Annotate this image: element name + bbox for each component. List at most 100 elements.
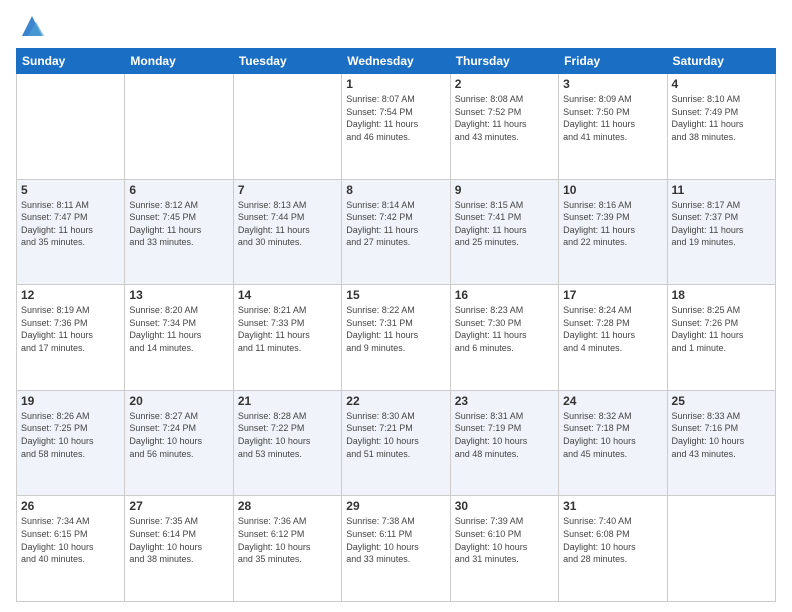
day-number: 25 [672,394,771,408]
calendar-cell: 2 Sunrise: 8:08 AM Sunset: 7:52 PM Daylig… [450,74,558,180]
calendar-header-thursday: Thursday [450,49,558,74]
calendar-cell [17,74,125,180]
calendar-header-saturday: Saturday [667,49,775,74]
day-info: Sunrise: 8:26 AM Sunset: 7:25 PM Dayligh… [21,410,120,460]
day-info: Sunrise: 8:31 AM Sunset: 7:19 PM Dayligh… [455,410,554,460]
day-number: 1 [346,77,445,91]
day-number: 4 [672,77,771,91]
calendar-cell: 24Sunrise: 8:32 AM Sunset: 7:18 PM Dayli… [559,390,667,496]
calendar-cell: 30 Sunrise: 7:39 AM Sunset: 6:10 PM Dayli… [450,496,558,602]
header [16,12,776,40]
day-info: Sunrise: 8:23 AM Sunset: 7:30 PM Dayligh… [455,304,554,354]
day-info: Sunrise: 8:10 AM Sunset: 7:49 PM Dayligh… [672,93,771,143]
calendar-cell: 22 Sunrise: 8:30 AM Sunset: 7:21 PM Dayli… [342,390,450,496]
day-info: Sunrise: 8:12 AM Sunset: 7:45 PM Dayligh… [129,199,228,249]
calendar-cell: 6 Sunrise: 8:12 AM Sunset: 7:45 PM Daylig… [125,179,233,285]
calendar-cell: 21 Sunrise: 8:28 AM Sunset: 7:22 PM Dayli… [233,390,341,496]
day-number: 16 [455,288,554,302]
calendar-week-row: 1 Sunrise: 8:07 AM Sunset: 7:54 PM Daylig… [17,74,776,180]
day-number: 28 [238,499,337,513]
day-info: Sunrise: 8:09 AM Sunset: 7:50 PM Dayligh… [563,93,662,143]
day-number: 6 [129,183,228,197]
calendar-cell: 11Sunrise: 8:17 AM Sunset: 7:37 PM Dayli… [667,179,775,285]
calendar-header-wednesday: Wednesday [342,49,450,74]
day-number: 11 [672,183,771,197]
day-number: 2 [455,77,554,91]
day-info: Sunrise: 8:28 AM Sunset: 7:22 PM Dayligh… [238,410,337,460]
calendar-cell [125,74,233,180]
calendar-header-row: SundayMondayTuesdayWednesdayThursdayFrid… [17,49,776,74]
day-info: Sunrise: 8:15 AM Sunset: 7:41 PM Dayligh… [455,199,554,249]
day-number: 8 [346,183,445,197]
day-info: Sunrise: 8:32 AM Sunset: 7:18 PM Dayligh… [563,410,662,460]
calendar-cell: 27Sunrise: 7:35 AM Sunset: 6:14 PM Dayli… [125,496,233,602]
day-info: Sunrise: 8:20 AM Sunset: 7:34 PM Dayligh… [129,304,228,354]
calendar-cell: 31 Sunrise: 7:40 AM Sunset: 6:08 PM Dayli… [559,496,667,602]
day-number: 3 [563,77,662,91]
day-info: Sunrise: 8:08 AM Sunset: 7:52 PM Dayligh… [455,93,554,143]
calendar-cell: 7 Sunrise: 8:13 AM Sunset: 7:44 PM Daylig… [233,179,341,285]
day-number: 17 [563,288,662,302]
day-info: Sunrise: 8:13 AM Sunset: 7:44 PM Dayligh… [238,199,337,249]
day-number: 12 [21,288,120,302]
calendar-cell: 12 Sunrise: 8:19 AM Sunset: 7:36 PM Dayli… [17,285,125,391]
calendar-cell: 18Sunrise: 8:25 AM Sunset: 7:26 PM Dayli… [667,285,775,391]
day-info: Sunrise: 7:39 AM Sunset: 6:10 PM Dayligh… [455,515,554,565]
logo-icon [18,12,46,40]
day-info: Sunrise: 7:40 AM Sunset: 6:08 PM Dayligh… [563,515,662,565]
calendar-cell: 13 Sunrise: 8:20 AM Sunset: 7:34 PM Dayli… [125,285,233,391]
day-number: 30 [455,499,554,513]
day-number: 29 [346,499,445,513]
calendar-cell: 23Sunrise: 8:31 AM Sunset: 7:19 PM Dayli… [450,390,558,496]
day-number: 20 [129,394,228,408]
calendar-cell: 16 Sunrise: 8:23 AM Sunset: 7:30 PM Dayli… [450,285,558,391]
calendar-header-tuesday: Tuesday [233,49,341,74]
calendar-cell: 15 Sunrise: 8:22 AM Sunset: 7:31 PM Dayli… [342,285,450,391]
calendar-cell: 3 Sunrise: 8:09 AM Sunset: 7:50 PM Daylig… [559,74,667,180]
day-info: Sunrise: 8:30 AM Sunset: 7:21 PM Dayligh… [346,410,445,460]
day-info: Sunrise: 8:16 AM Sunset: 7:39 PM Dayligh… [563,199,662,249]
page: SundayMondayTuesdayWednesdayThursdayFrid… [0,0,792,612]
day-info: Sunrise: 7:34 AM Sunset: 6:15 PM Dayligh… [21,515,120,565]
calendar-cell: 9 Sunrise: 8:15 AM Sunset: 7:41 PM Daylig… [450,179,558,285]
day-number: 7 [238,183,337,197]
day-number: 31 [563,499,662,513]
calendar-cell: 4 Sunrise: 8:10 AM Sunset: 7:49 PM Daylig… [667,74,775,180]
calendar-header-monday: Monday [125,49,233,74]
day-info: Sunrise: 8:24 AM Sunset: 7:28 PM Dayligh… [563,304,662,354]
day-info: Sunrise: 8:25 AM Sunset: 7:26 PM Dayligh… [672,304,771,354]
calendar-table: SundayMondayTuesdayWednesdayThursdayFrid… [16,48,776,602]
day-number: 22 [346,394,445,408]
calendar-week-row: 26Sunrise: 7:34 AM Sunset: 6:15 PM Dayli… [17,496,776,602]
calendar-week-row: 5Sunrise: 8:11 AM Sunset: 7:47 PM Daylig… [17,179,776,285]
day-info: Sunrise: 8:33 AM Sunset: 7:16 PM Dayligh… [672,410,771,460]
day-number: 21 [238,394,337,408]
day-info: Sunrise: 8:22 AM Sunset: 7:31 PM Dayligh… [346,304,445,354]
calendar-cell: 10 Sunrise: 8:16 AM Sunset: 7:39 PM Dayli… [559,179,667,285]
calendar-cell [233,74,341,180]
day-number: 19 [21,394,120,408]
calendar-header-friday: Friday [559,49,667,74]
calendar-cell: 25 Sunrise: 8:33 AM Sunset: 7:16 PM Dayli… [667,390,775,496]
calendar-cell: 29Sunrise: 7:38 AM Sunset: 6:11 PM Dayli… [342,496,450,602]
day-info: Sunrise: 8:07 AM Sunset: 7:54 PM Dayligh… [346,93,445,143]
calendar-cell: 26Sunrise: 7:34 AM Sunset: 6:15 PM Dayli… [17,496,125,602]
calendar-week-row: 19 Sunrise: 8:26 AM Sunset: 7:25 PM Dayli… [17,390,776,496]
day-info: Sunrise: 8:27 AM Sunset: 7:24 PM Dayligh… [129,410,228,460]
day-info: Sunrise: 8:21 AM Sunset: 7:33 PM Dayligh… [238,304,337,354]
day-info: Sunrise: 8:14 AM Sunset: 7:42 PM Dayligh… [346,199,445,249]
calendar-cell: 17 Sunrise: 8:24 AM Sunset: 7:28 PM Dayli… [559,285,667,391]
day-number: 10 [563,183,662,197]
calendar-cell: 8 Sunrise: 8:14 AM Sunset: 7:42 PM Daylig… [342,179,450,285]
calendar-cell [667,496,775,602]
day-number: 13 [129,288,228,302]
day-number: 5 [21,183,120,197]
day-number: 14 [238,288,337,302]
day-number: 9 [455,183,554,197]
calendar-cell: 19 Sunrise: 8:26 AM Sunset: 7:25 PM Dayli… [17,390,125,496]
calendar-cell: 20 Sunrise: 8:27 AM Sunset: 7:24 PM Dayli… [125,390,233,496]
calendar-cell: 14 Sunrise: 8:21 AM Sunset: 7:33 PM Dayli… [233,285,341,391]
day-number: 15 [346,288,445,302]
day-info: Sunrise: 8:19 AM Sunset: 7:36 PM Dayligh… [21,304,120,354]
logo [16,12,46,40]
